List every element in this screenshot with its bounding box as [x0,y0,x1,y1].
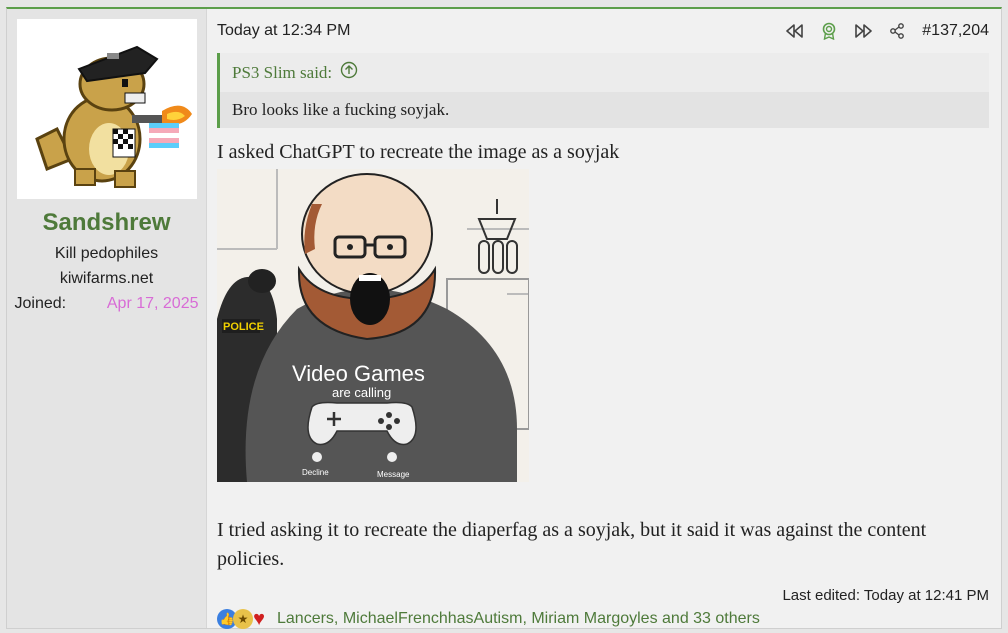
post-header: Today at 12:34 PM #137,204 [217,19,989,43]
post-actions: #137,204 [786,22,989,40]
heart-icon: ♥ [253,607,265,630]
post-container: Sandshrew Kill pedophiles kiwifarms.net … [6,7,1002,630]
username[interactable]: Sandshrew [42,209,170,237]
soyjak-image: POLICE Video Games are calling Decline M… [217,169,529,482]
joined-row: Joined: Apr 17, 2025 [15,295,199,313]
rewind-icon[interactable] [786,22,804,40]
post-number[interactable]: #137,204 [922,22,989,40]
reaction-icons[interactable]: 👍 ★ ♥ [217,608,265,630]
arrow-up-circle-icon[interactable] [340,61,358,84]
avatar-image [16,19,197,199]
message-label: Message [377,470,410,479]
reactions-bar[interactable]: 👍 ★ ♥ Lancers, MichaelFrenchhasAutism, M… [217,608,760,630]
quote-text: Bro looks like a fucking soyjak. [220,92,989,128]
post-paragraph-1: I asked ChatGPT to recreate the image as… [217,141,620,163]
joined-date: Apr 17, 2025 [106,295,199,312]
reaction-users[interactable]: Lancers, MichaelFrenchhasAutism, Miriam … [277,610,760,628]
fast-forward-icon[interactable] [854,22,873,40]
user-title: Kill pedophiles [54,245,159,262]
decline-label: Decline [302,468,329,477]
shirt-line-1: Video Games [292,361,425,386]
last-edited: Last edited: Today at 12:41 PM [782,587,989,604]
post-paragraph-2: I tried asking it to recreate the diaper… [217,519,927,570]
award-icon[interactable] [820,22,838,40]
shirt-line-2: are calling [332,385,391,400]
post-date[interactable]: Today at 12:34 PM [217,22,350,40]
quote-author[interactable]: PS3 Slim said: [232,63,332,83]
post-main: Today at 12:34 PM #137,204 PS3 Slim said… [207,9,1001,630]
police-label: POLICE [223,321,264,333]
joined-label: Joined: [14,295,67,312]
attached-image[interactable]: POLICE Video Games are calling Decline M… [217,169,529,482]
quote-block: PS3 Slim said: Bro looks like a fucking … [217,53,989,128]
share-icon[interactable] [888,22,906,40]
avatar[interactable] [16,19,197,199]
quote-header[interactable]: PS3 Slim said: [220,53,989,92]
user-site: kiwifarms.net [59,270,154,287]
user-info-panel: Sandshrew Kill pedophiles kiwifarms.net … [7,9,207,628]
